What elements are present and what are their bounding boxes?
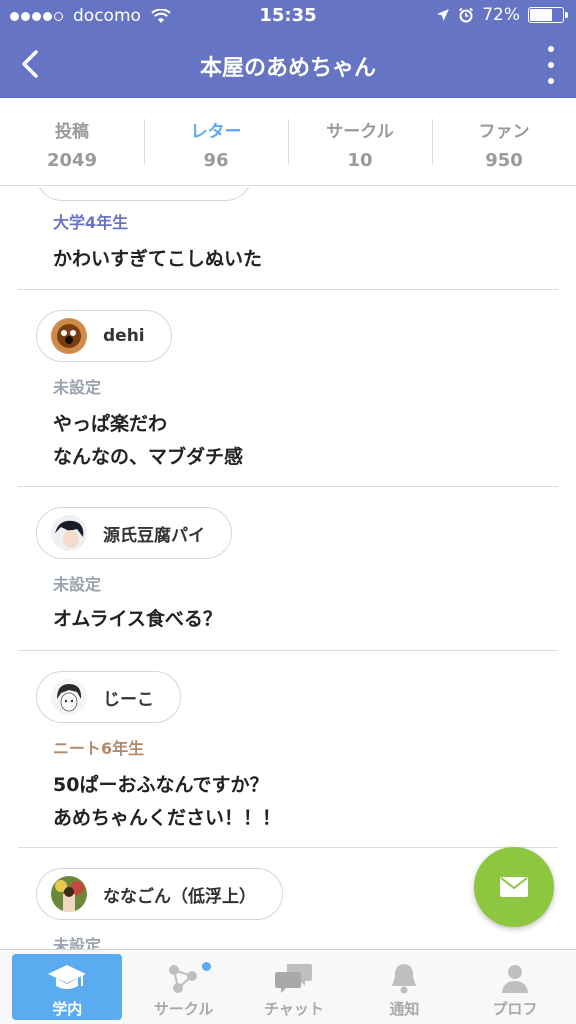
letter-item: 大学4年生 かわいすぎてこしぬいた	[18, 187, 558, 290]
letter-message: やっぱ楽だわ なんなの、マブダチ感	[53, 408, 243, 474]
avatar	[51, 679, 87, 715]
letter-item: 源氏豆腐パイ 未設定 オムライス食べる？	[18, 487, 558, 651]
stat-circles[interactable]: サークル 10	[288, 117, 432, 171]
tab-label: チャット	[264, 1000, 324, 1018]
letter-message: かわいすぎてこしぬいた	[53, 243, 262, 276]
stat-label: ファン	[478, 121, 530, 142]
person-icon	[495, 960, 535, 996]
user-grade: 未設定	[53, 575, 102, 594]
alarm-icon	[459, 7, 474, 23]
avatar	[51, 318, 87, 354]
envelope-icon	[500, 877, 528, 897]
stat-label: 投稿	[55, 121, 89, 142]
avatar	[51, 876, 87, 912]
stat-label: サークル	[326, 121, 394, 142]
tab-campus[interactable]: 学内	[12, 954, 123, 1020]
stat-count: 96	[203, 149, 229, 171]
tab-label: 通知	[389, 1000, 420, 1018]
chat-bubbles-icon	[274, 960, 314, 996]
stat-fans[interactable]: ファン 950	[432, 117, 576, 171]
stat-count: 2049	[46, 149, 98, 171]
tab-chat[interactable]: チャット	[239, 954, 349, 1020]
message-line: なんなの、マブダチ感	[53, 446, 244, 468]
battery-icon	[528, 7, 568, 23]
tab-profile[interactable]: プロフ	[460, 954, 570, 1020]
letter-item: じーこ ニート6年生 50ぱーおふなんですか？ あめちゃんください！！！	[18, 651, 558, 848]
location-arrow-icon	[437, 9, 450, 21]
user-chip[interactable]: 源氏豆腐パイ	[36, 507, 232, 559]
message-line: オムライス食べる？	[53, 608, 222, 630]
stat-count: 10	[347, 149, 373, 171]
notification-dot	[201, 962, 211, 971]
network-nodes-icon	[164, 960, 204, 996]
user-chip[interactable]: じーこ	[36, 671, 181, 723]
tab-label: 学内	[52, 1000, 83, 1018]
nav-bar: 本屋のあめちゃん	[0, 32, 576, 98]
status-bar: docomo 15:35 72%	[0, 0, 576, 32]
bell-icon	[384, 960, 424, 996]
user-chip[interactable]: ななごん（低浮上）	[36, 868, 283, 920]
user-chip[interactable]	[36, 187, 252, 201]
user-name: dehi	[103, 326, 145, 346]
profile-stats-bar: 投稿 2049 レター 96 サークル 10 ファン 950	[0, 98, 576, 186]
stat-letters[interactable]: レター 96	[144, 117, 288, 171]
letter-item: dehi 未設定 やっぱ楽だわ なんなの、マブダチ感	[18, 290, 558, 487]
message-line: あめちゃんください！！！	[53, 807, 282, 829]
user-grade: 大学4年生	[53, 213, 129, 232]
stat-posts[interactable]: 投稿 2049	[0, 117, 144, 171]
user-name: ななごん（低浮上）	[103, 886, 256, 907]
user-name: 源氏豆腐パイ	[103, 525, 205, 546]
user-chip[interactable]: dehi	[36, 310, 172, 362]
user-grade: 未設定	[53, 378, 102, 397]
stat-count: 950	[485, 149, 523, 171]
message-line: かわいすぎてこしぬいた	[53, 248, 263, 270]
more-menu-icon[interactable]	[546, 46, 556, 84]
tab-circle[interactable]: サークル	[128, 954, 238, 1020]
message-line: 50ぱーおふなんですか？	[53, 774, 269, 796]
avatar	[51, 515, 87, 551]
tab-notifications[interactable]: 通知	[349, 954, 459, 1020]
tab-label: プロフ	[492, 1000, 538, 1018]
letter-message: オムライス食べる？	[53, 603, 222, 636]
graduation-cap-icon	[47, 960, 87, 996]
user-grade: ニート6年生	[53, 739, 145, 758]
battery-percent: 72%	[482, 5, 520, 25]
stat-label: レター	[190, 121, 242, 142]
page-title: 本屋のあめちゃん	[199, 56, 376, 81]
status-right: 72%	[436, 5, 568, 25]
user-grade: 未設定	[53, 936, 102, 949]
message-line: やっぱ楽だわ	[53, 413, 168, 435]
compose-letter-button[interactable]	[474, 847, 554, 927]
user-name: じーこ	[103, 689, 154, 710]
tab-label: サークル	[153, 1000, 214, 1018]
tab-bar: 学内 サークル チャット 通知 プロフ	[0, 949, 576, 1024]
letter-message: 50ぱーおふなんですか？ あめちゃんください！！！	[53, 769, 281, 835]
letters-feed[interactable]: 大学4年生 かわいすぎてこしぬいた dehi 未設定 やっぱ楽だわ なんなの、マ…	[0, 187, 576, 949]
